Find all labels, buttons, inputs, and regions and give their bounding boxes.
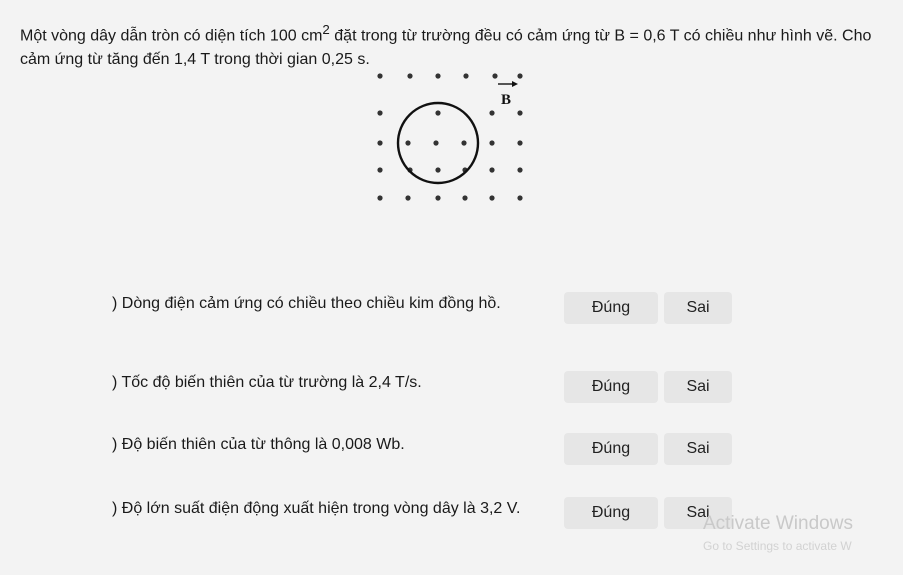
statement-text: ) Độ biến thiên của từ thông là 0,008 Wb… xyxy=(112,436,405,453)
field-dot xyxy=(435,110,441,116)
field-dot xyxy=(435,195,441,201)
statement-text: ) Độ lớn suất điện động xuất hiện trong … xyxy=(112,500,521,517)
field-diagram: B xyxy=(377,73,523,201)
field-dot xyxy=(463,73,469,79)
statement-row: ) Dòng điện cảm ứng có chiều theo chiều … xyxy=(112,292,872,338)
field-dot xyxy=(517,110,523,116)
field-dot xyxy=(517,73,523,79)
false-button[interactable]: Sai xyxy=(664,371,732,403)
true-button[interactable]: Đúng xyxy=(564,371,658,403)
field-vector-arrow-icon xyxy=(498,81,518,87)
field-dot xyxy=(489,167,495,173)
field-dot xyxy=(517,140,523,146)
field-dot xyxy=(377,140,383,146)
field-dot xyxy=(492,73,498,79)
field-label: B xyxy=(501,92,511,108)
field-dot xyxy=(517,167,523,173)
field-dot xyxy=(489,140,495,146)
true-button[interactable]: Đúng xyxy=(564,433,658,465)
field-dot xyxy=(377,167,383,173)
field-dot xyxy=(377,73,383,79)
field-dot xyxy=(377,110,383,116)
field-dot xyxy=(407,73,413,79)
area-unit-exponent: 2 xyxy=(322,22,330,37)
statement-text: ) Tốc độ biến thiên của từ trường là 2,4… xyxy=(112,374,422,391)
field-dot xyxy=(517,195,523,201)
field-dot xyxy=(377,195,383,201)
watermark-subtitle: Go to Settings to activate W xyxy=(703,539,852,553)
magnetic-field-figure: B xyxy=(360,60,540,210)
true-button[interactable]: Đúng xyxy=(564,497,658,529)
field-dot xyxy=(461,140,467,146)
question-text-part1: Một vòng dây dẫn tròn có diện tích 100 c… xyxy=(20,27,323,45)
field-dot xyxy=(435,167,441,173)
field-dot xyxy=(433,140,439,146)
true-button[interactable]: Đúng xyxy=(564,292,658,324)
field-dot xyxy=(489,195,495,201)
false-button[interactable]: Sai xyxy=(664,433,732,465)
statement-row: ) Tốc độ biến thiên của từ trường là 2,4… xyxy=(112,371,872,417)
statement-row: ) Độ biến thiên của từ thông là 0,008 Wb… xyxy=(112,433,872,479)
activation-watermark: Activate Windows Go to Settings to activ… xyxy=(703,513,903,557)
false-button[interactable]: Sai xyxy=(664,292,732,324)
field-dot xyxy=(405,195,411,201)
field-dot xyxy=(435,73,441,79)
watermark-title: Activate Windows xyxy=(703,513,853,534)
field-dot xyxy=(405,140,411,146)
statement-text: ) Dòng điện cảm ứng có chiều theo chiều … xyxy=(112,295,501,312)
field-dot xyxy=(462,195,468,201)
field-dot xyxy=(489,110,495,116)
